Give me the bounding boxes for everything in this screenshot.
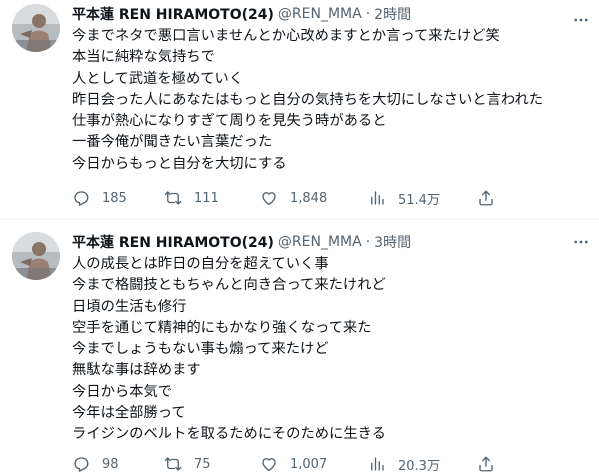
heart-icon	[260, 189, 278, 207]
share-button[interactable]	[477, 189, 495, 207]
retweet-count: 111	[194, 190, 219, 206]
tweet-line: ライジンのベルトを取るためにそのために生きる	[72, 426, 386, 443]
tweet-content: 平本蓮 REN HIRAMOTO(24) @REN_MMA · 2時間 今までネ…	[72, 4, 585, 175]
like-button[interactable]: 1,007	[260, 455, 327, 473]
reply-count: 98	[102, 456, 119, 472]
views-count: 20.3万	[398, 458, 440, 474]
timestamp[interactable]: 3時間	[374, 232, 411, 252]
tweet-line: 日頃の生活も修行	[72, 298, 187, 315]
tweet-line: 一番今俺が聞きたい言葉だった	[72, 134, 273, 151]
separator-dot: ·	[365, 6, 371, 22]
views-chart-icon	[368, 455, 386, 473]
like-button[interactable]: 1,848	[260, 189, 327, 207]
separator-dot: ·	[365, 234, 371, 250]
like-count: 1,848	[290, 190, 328, 206]
tweet-line: 空手を通じて精神的にもかなり強くなって来た	[72, 319, 372, 336]
more-dots-icon[interactable]	[571, 10, 591, 30]
tweet-line: 無駄な事は辞めます	[72, 362, 201, 379]
retweet-button[interactable]: 111	[164, 189, 219, 207]
reply-count: 185	[102, 190, 127, 206]
avatar[interactable]	[12, 232, 60, 280]
avatar-photo	[12, 4, 60, 52]
retweet-button[interactable]: 75	[164, 455, 211, 473]
share-icon	[477, 455, 495, 473]
tweet-line: 今日からもっと自分を大切にする	[72, 155, 287, 172]
tweet[interactable]: 平本蓮 REN HIRAMOTO(24) @REN_MMA · 2時間 今までネ…	[0, 0, 599, 220]
share-icon	[477, 189, 495, 207]
timeline-feed: 平本蓮 REN HIRAMOTO(24) @REN_MMA · 2時間 今までネ…	[0, 0, 599, 475]
user-handle[interactable]: @REN_MMA	[278, 6, 362, 22]
views-button[interactable]: 51.4万	[368, 189, 440, 208]
views-button[interactable]: 20.3万	[368, 455, 440, 474]
avatar-photo	[12, 232, 60, 280]
user-handle[interactable]: @REN_MMA	[278, 234, 362, 250]
more-dots-icon[interactable]	[571, 232, 591, 252]
tweet-line: 本当に純粋な気持ちで	[72, 49, 215, 66]
tweet-line: 今年は全部勝って	[72, 405, 186, 422]
display-name[interactable]: 平本蓮 REN HIRAMOTO(24)	[72, 4, 274, 24]
tweet-line: 今までネタで悪口言いませんとか心改めますとか言って来たけど笑	[72, 28, 500, 44]
reply-button[interactable]: 98	[72, 455, 119, 473]
heart-icon	[260, 455, 278, 473]
like-count: 1,007	[290, 456, 328, 472]
tweet-line: 今までしょうもない事も煽って来たけど	[72, 341, 329, 358]
tweet-content: 平本蓮 REN HIRAMOTO(24) @REN_MMA · 3時間 人の成長…	[72, 232, 585, 446]
reply-icon	[72, 455, 90, 473]
tweet-line: 今日から本気で	[72, 383, 173, 400]
tweet[interactable]: 平本蓮 REN HIRAMOTO(24) @REN_MMA · 3時間 人の成長…	[0, 220, 599, 475]
avatar[interactable]	[12, 4, 60, 52]
tweet-header: 平本蓮 REN HIRAMOTO(24) @REN_MMA · 3時間	[72, 232, 585, 252]
retweet-icon	[164, 455, 182, 473]
tweet-line: 人として武道を極めていく	[72, 70, 244, 87]
tweet-line: 人の成長とは昨日の自分を超えていく事	[72, 256, 329, 272]
tweet-actions: 98 75 1,007 20.3万	[72, 454, 512, 474]
tweet-line: 昨日会った人にあなたはもっと自分の気持ちを大切にしなさいと言われた	[72, 91, 544, 108]
tweet-text: 人の成長とは昨日の自分を超えていく事 今まで格闘技ともちゃんと向き合って来たけれ…	[72, 254, 585, 446]
reply-button[interactable]: 185	[72, 189, 127, 207]
timestamp[interactable]: 2時間	[374, 4, 411, 24]
tweet-text: 今までネタで悪口言いませんとか心改めますとか言って来たけど笑 本当に純粋な気持ち…	[72, 26, 585, 175]
tweet-line: 仕事が熱心になりすぎて周りを見失う時があると	[72, 113, 387, 130]
retweet-icon	[164, 189, 182, 207]
views-chart-icon	[368, 189, 386, 207]
reply-icon	[72, 189, 90, 207]
tweet-actions: 185 111 1,848 51.4万	[72, 188, 512, 208]
tweet-line: 今まで格闘技ともちゃんと向き合って来たけれど	[72, 277, 386, 294]
display-name[interactable]: 平本蓮 REN HIRAMOTO(24)	[72, 232, 274, 252]
views-count: 51.4万	[398, 192, 440, 208]
retweet-count: 75	[194, 456, 211, 472]
share-button[interactable]	[477, 455, 495, 473]
tweet-header: 平本蓮 REN HIRAMOTO(24) @REN_MMA · 2時間	[72, 4, 585, 24]
